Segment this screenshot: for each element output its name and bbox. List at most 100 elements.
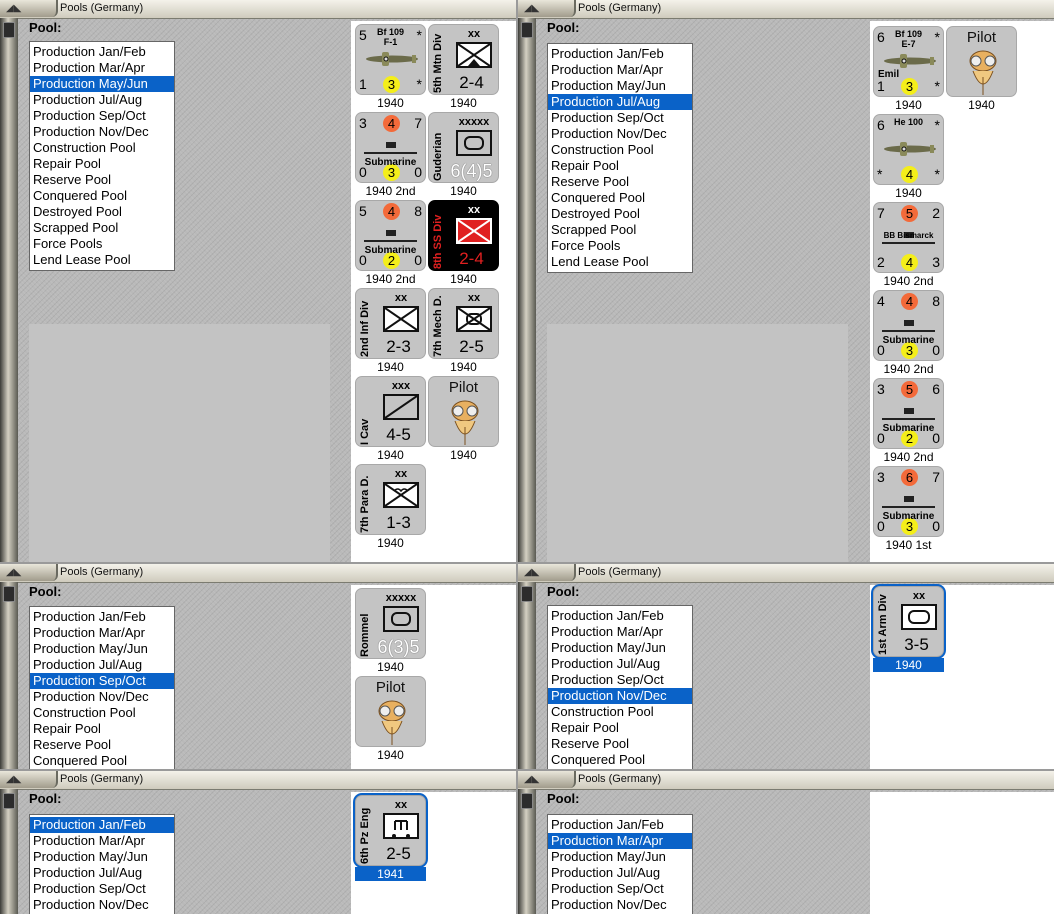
pool-list-item[interactable]: Scrapped Pool	[30, 220, 174, 236]
pool-listbox[interactable]: Production Jan/Feb Production Mar/Apr Prod…	[547, 605, 693, 769]
pool-listbox[interactable]: Production Jan/Feb Production Mar/Apr Prod…	[29, 606, 175, 769]
pool-list-item[interactable]: Conquered Pool	[548, 190, 692, 206]
window-left-scroll-bar[interactable]	[0, 582, 18, 769]
counter-8[interactable]: I Cav xxx 4-5	[355, 376, 426, 447]
pool-list-item[interactable]: Production May/Jun	[30, 76, 174, 92]
window-close-button[interactable]: ◢◣	[0, 0, 58, 17]
pool-list-item[interactable]: Production Jul/Aug	[548, 656, 692, 672]
pool-list-item[interactable]: Production Nov/Dec	[548, 688, 692, 704]
pool-list-item[interactable]: Construction Pool	[548, 142, 692, 158]
pool-list-item[interactable]: Production Mar/Apr	[548, 624, 692, 640]
pool-list-item[interactable]: Force Pools	[548, 238, 692, 254]
pool-list-item[interactable]: Force Pools	[30, 236, 174, 252]
pool-list-item[interactable]: Production Mar/Apr	[548, 833, 692, 849]
pool-list-item[interactable]: Destroyed Pool	[548, 206, 692, 222]
pool-list-item[interactable]: Repair Pool	[30, 156, 174, 172]
pool-list-item[interactable]: Production Nov/Dec	[548, 897, 692, 913]
pool-list-item[interactable]: Reserve Pool	[548, 174, 692, 190]
counter-0[interactable]: Rommel xxxxx 6(3)5	[355, 588, 426, 659]
counter-9[interactable]: Pilot	[428, 376, 499, 447]
pool-list-item[interactable]: Repair Pool	[548, 720, 692, 736]
pool-list-item[interactable]: Production Jul/Aug	[30, 92, 174, 108]
counter-2[interactable]: He 100 6 * * * 4	[873, 114, 944, 185]
window-left-scroll-bar[interactable]	[518, 789, 536, 914]
pool-list-item[interactable]: Lend Lease Pool	[30, 252, 174, 268]
counter-3[interactable]: Guderian xxxxx 6(4)5	[428, 112, 499, 183]
pool-listbox[interactable]: Production Jan/Feb Production Mar/Apr Prod…	[547, 43, 693, 273]
window-left-scroll-bar[interactable]	[0, 18, 18, 562]
pool-list-item[interactable]: Production Jan/Feb	[548, 817, 692, 833]
pool-list-item[interactable]: Repair Pool	[30, 721, 174, 737]
scroll-knob[interactable]	[521, 22, 533, 38]
pool-list-item[interactable]: Production May/Jun	[548, 640, 692, 656]
pool-list-item[interactable]: Production Jan/Feb	[30, 44, 174, 60]
counter-0[interactable]: Bf 109 F-1 5 * 1 * 3	[355, 24, 426, 95]
pool-list-item[interactable]: Production Sep/Oct	[548, 881, 692, 897]
pool-list-item[interactable]: Production Jul/Aug	[548, 865, 692, 881]
pool-list-item[interactable]: Production Jan/Feb	[30, 817, 174, 833]
pool-list-item[interactable]: Production Nov/Dec	[30, 897, 174, 913]
pool-list-item[interactable]: Production Jul/Aug	[30, 657, 174, 673]
scroll-knob[interactable]	[3, 22, 15, 38]
pool-list-item[interactable]: Production Sep/Oct	[30, 881, 174, 897]
counter-2[interactable]: 3 7 0 0 4 3 Submarine	[355, 112, 426, 183]
pool-list-item[interactable]: Production Jan/Feb	[548, 608, 692, 624]
window-left-scroll-bar[interactable]	[518, 582, 536, 769]
pool-list-item[interactable]: Repair Pool	[548, 158, 692, 174]
window-close-button[interactable]: ◢◣	[518, 564, 576, 581]
counter-1[interactable]: Pilot	[355, 676, 426, 747]
counter-5[interactable]: 3 6 0 0 5 2 Submarine	[873, 378, 944, 449]
pool-list-item[interactable]: Production Sep/Oct	[548, 110, 692, 126]
counter-1[interactable]: 5th Mtn Div xx 2-4	[428, 24, 499, 95]
pool-list-item[interactable]: Production Nov/Dec	[548, 126, 692, 142]
pool-list-item[interactable]: Production Nov/Dec	[30, 124, 174, 140]
pool-list-item[interactable]: Reserve Pool	[548, 736, 692, 752]
window-close-button[interactable]: ◢◣	[518, 771, 576, 788]
pool-list-item[interactable]: Production Sep/Oct	[30, 673, 174, 689]
pool-list-item[interactable]: Lend Lease Pool	[548, 254, 692, 270]
window-left-scroll-bar[interactable]	[518, 18, 536, 562]
pool-list-item[interactable]: Production Nov/Dec	[30, 689, 174, 705]
pool-list-item[interactable]: Production Mar/Apr	[30, 625, 174, 641]
window-close-button[interactable]: ◢◣	[0, 771, 58, 788]
scroll-knob[interactable]	[521, 793, 533, 809]
counter-4[interactable]: 5 8 0 0 4 2 Submarine	[355, 200, 426, 271]
counter-3[interactable]: 7 2 2 3 5 4 BB Bismarck	[873, 202, 944, 273]
pool-list-item[interactable]: Production Sep/Oct	[30, 108, 174, 124]
pool-list-item[interactable]: Conquered Pool	[30, 188, 174, 204]
counter-0[interactable]: Bf 109 E-7 6 * 1 * Emil 3	[873, 26, 944, 97]
scroll-knob[interactable]	[3, 586, 15, 602]
pool-list-item[interactable]: Production Sep/Oct	[548, 672, 692, 688]
pool-list-item[interactable]: Reserve Pool	[30, 172, 174, 188]
pool-list-item[interactable]: Production Mar/Apr	[30, 833, 174, 849]
pool-list-item[interactable]: Production Mar/Apr	[548, 62, 692, 78]
window-close-button[interactable]: ◢◣	[518, 0, 576, 17]
counter-7[interactable]: 7th Mech D. xx 2-5	[428, 288, 499, 359]
pool-listbox[interactable]: Production Jan/Feb Production Mar/Apr Prod…	[547, 814, 693, 914]
pool-list-item[interactable]: Production May/Jun	[30, 641, 174, 657]
counter-1[interactable]: Pilot	[946, 26, 1017, 97]
counter-6[interactable]: 3 7 0 0 6 3 Submarine	[873, 466, 944, 537]
pool-list-item[interactable]: Reserve Pool	[30, 737, 174, 753]
counter-10[interactable]: 7th Para D. xx 1-3	[355, 464, 426, 535]
pool-list-item[interactable]: Conquered Pool	[30, 753, 174, 769]
window-close-button[interactable]: ◢◣	[0, 564, 58, 581]
pool-list-item[interactable]: Construction Pool	[548, 704, 692, 720]
window-left-scroll-bar[interactable]	[0, 789, 18, 914]
scroll-knob[interactable]	[3, 793, 15, 809]
pool-list-item[interactable]: Scrapped Pool	[548, 222, 692, 238]
counter-4[interactable]: 4 8 0 0 4 3 Submarine	[873, 290, 944, 361]
pool-list-item[interactable]: Production May/Jun	[548, 78, 692, 94]
pool-list-item[interactable]: Production May/Jun	[548, 849, 692, 865]
pool-listbox[interactable]: Production Jan/Feb Production Mar/Apr Prod…	[29, 41, 175, 271]
pool-list-item[interactable]: Production Jul/Aug	[548, 94, 692, 110]
pool-listbox[interactable]: Production Jan/Feb Production Mar/Apr Prod…	[29, 814, 175, 914]
counter-0[interactable]: 1st Arm Div xx 3-5	[873, 586, 944, 657]
counter-0[interactable]: 6th Pz Eng xx 2-5	[355, 795, 426, 866]
pool-list-item[interactable]: Production Jul/Aug	[30, 865, 174, 881]
pool-list-item[interactable]: Production Jan/Feb	[30, 609, 174, 625]
pool-list-item[interactable]: Production Jan/Feb	[548, 46, 692, 62]
pool-list-item[interactable]: Construction Pool	[30, 705, 174, 721]
pool-list-item[interactable]: Production Mar/Apr	[30, 60, 174, 76]
counter-6[interactable]: 2nd Inf Div xx 2-3	[355, 288, 426, 359]
